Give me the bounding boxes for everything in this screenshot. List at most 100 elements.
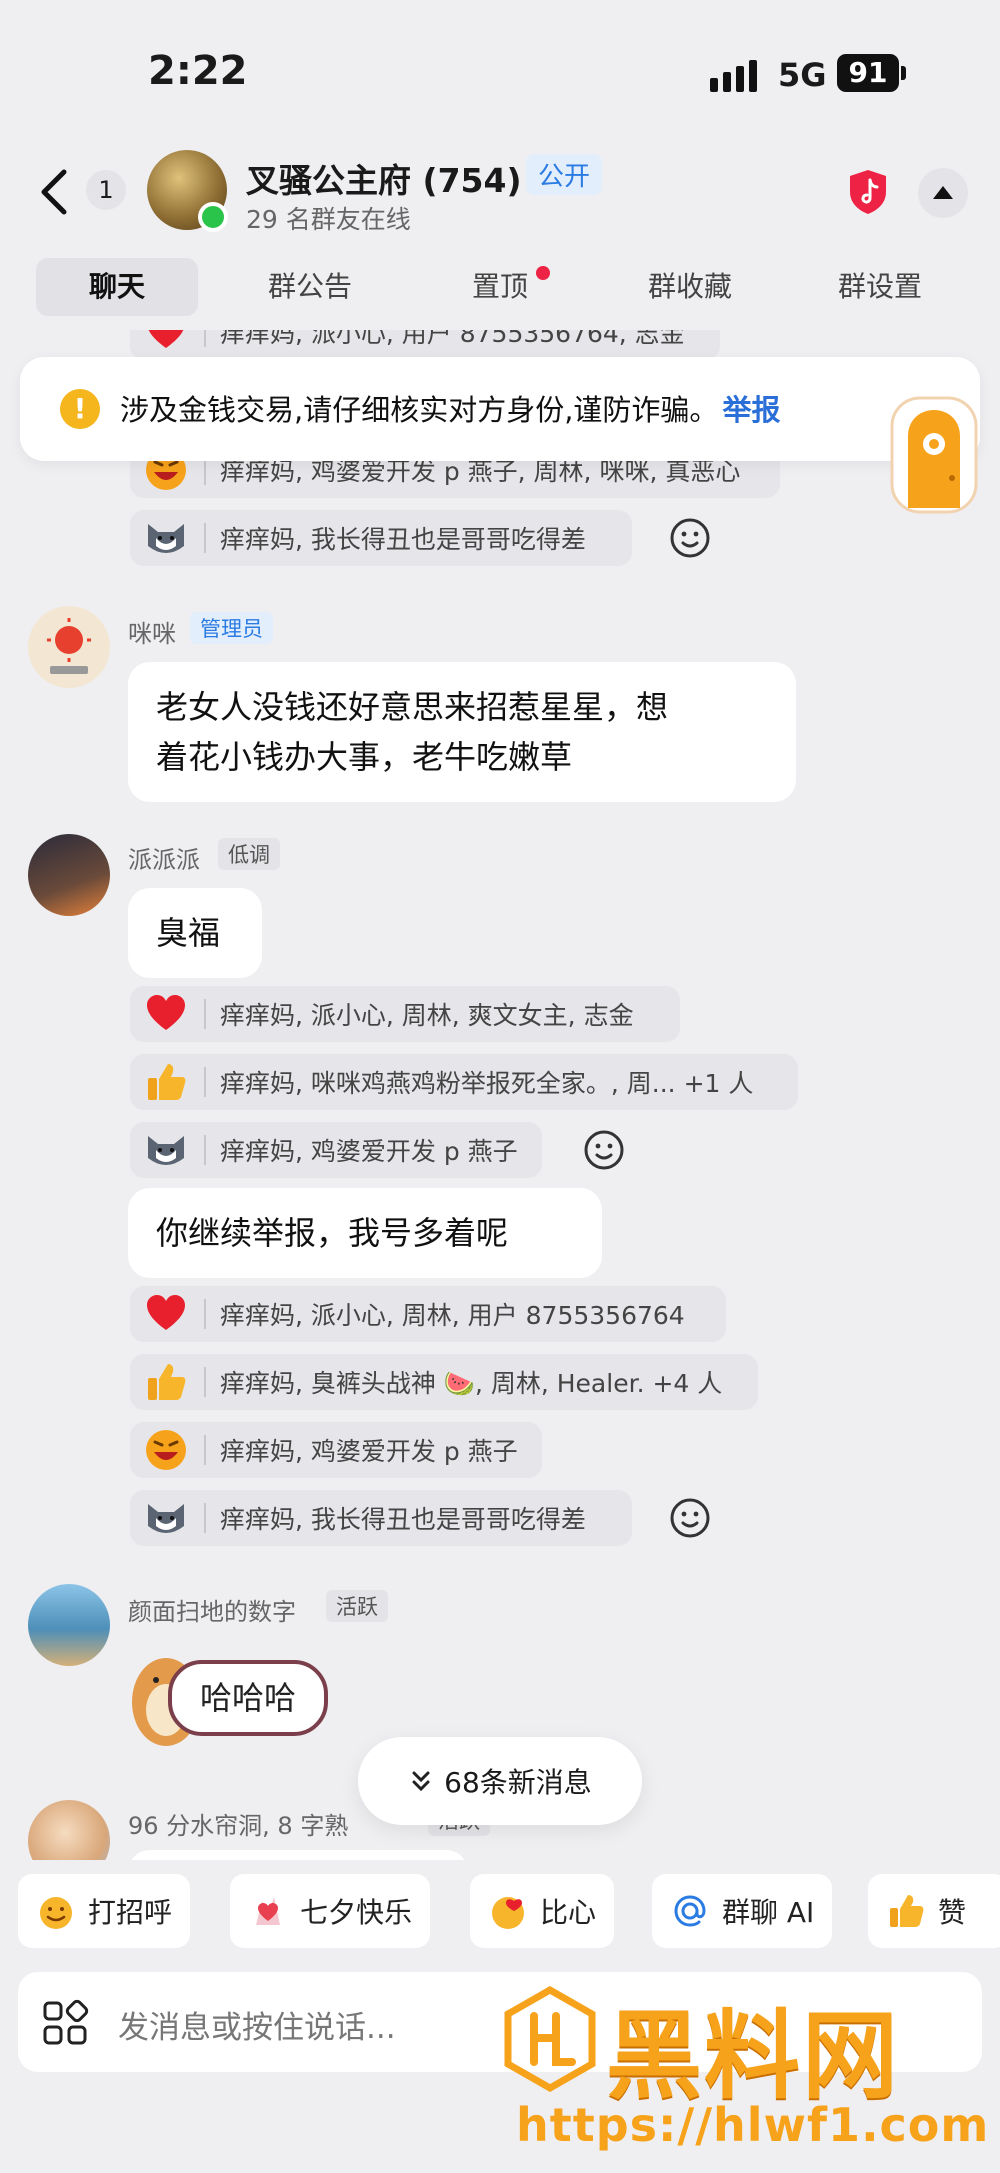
watermark-url: https://hlwf1.com (516, 2098, 990, 2152)
new-messages-text: 68条新消息 (444, 1766, 592, 1799)
sender-name[interactable]: 96 分水帘洞, 8 字熟 (128, 1806, 348, 1841)
heart-icon (144, 330, 188, 354)
warning-text: 涉及金钱交易,请仔细核实对方身份,谨防诈骗。 (120, 393, 719, 427)
avatar[interactable] (28, 834, 110, 916)
watermark-title: 黑料网 (606, 2000, 900, 2112)
message-text: 你继续举报，我号多着呢 (156, 1214, 509, 1252)
new-messages-button[interactable]: 68条新消息 (358, 1737, 642, 1825)
add-reaction-icon[interactable] (662, 1490, 718, 1546)
chip-label: 赞 (938, 1896, 967, 1929)
reaction-row[interactable]: 痒痒妈, 派小心, 周林, 爽文女主, 志金 (130, 986, 680, 1042)
reaction-row[interactable]: 痒痒妈, 我长得丑也是哥哥吃得差 (130, 510, 632, 566)
reaction-row[interactable]: 痒痒妈, 鸡婆爱开发 p 燕子 (130, 1122, 542, 1178)
chip-label: 群聊 AI (722, 1896, 815, 1929)
reaction-row[interactable]: 痒痒妈, 我长得丑也是哥哥吃得差 (130, 1490, 632, 1546)
quick-reply-heart-hands[interactable]: 比心 (470, 1874, 615, 1948)
message-text: 臭福 (156, 914, 221, 952)
door-sticker-icon[interactable] (890, 396, 978, 514)
chat-tabs: 聊天 群公告 置顶 群收藏 群设置 (0, 258, 1000, 318)
husky-dog-emoji-icon (144, 516, 188, 560)
signal-icon (710, 60, 757, 92)
message-text-line: 着花小钱办大事，老牛吃嫩草 (156, 738, 573, 776)
quick-reply-bar: 打招呼 七夕快乐 比心 群聊 AI 赞 (0, 1874, 1000, 1950)
heart-hands-emoji-icon (488, 1891, 528, 1931)
warning-message: 涉及金钱交易,请仔细核实对方身份,谨防诈骗。 举报 (120, 387, 780, 429)
reaction-row[interactable]: 痒痒妈, 派小心, 用户 8755356764, 志金 (130, 330, 720, 360)
at-icon (670, 1891, 710, 1931)
network-type: 5G (778, 56, 827, 94)
reaction-users: 痒痒妈, 派小心, 周林, 爽文女主, 志金 (220, 1001, 634, 1030)
husky-dog-emoji-icon (144, 1128, 188, 1172)
group-name[interactable]: 叉骚公主府 (754) (246, 154, 522, 202)
role-tag-admin: 管理员 (190, 612, 273, 644)
tab-announcement[interactable]: 群公告 (240, 258, 380, 316)
caret-up-icon (933, 186, 953, 199)
role-tag-active: 活跃 (326, 1590, 388, 1622)
add-reaction-icon[interactable] (576, 1122, 632, 1178)
reaction-row[interactable]: 痒痒妈, 鸡婆爱开发 p 燕子 (130, 1422, 542, 1478)
tab-group-settings[interactable]: 群设置 (810, 258, 950, 316)
apps-grid-icon[interactable] (40, 1998, 90, 2048)
reaction-users: 痒痒妈, 我长得丑也是哥哥吃得差 (220, 1505, 586, 1534)
fraud-warning-banner: ! 涉及金钱交易,请仔细核实对方身份,谨防诈骗。 举报 (20, 357, 980, 461)
reaction-users: 痒痒妈, 我长得丑也是哥哥吃得差 (220, 525, 586, 554)
avatar[interactable] (28, 606, 110, 688)
quick-reply-group-ai[interactable]: 群聊 AI (652, 1874, 833, 1948)
laughing-emoji-icon (144, 1428, 188, 1472)
thumbs-up-emoji-icon (886, 1891, 926, 1931)
quick-reply-qixi[interactable]: 七夕快乐 (230, 1874, 431, 1948)
quick-reply-wave[interactable]: 打招呼 (18, 1874, 191, 1948)
watermark-logo (504, 1986, 596, 2092)
qixi-emoji-icon (248, 1891, 288, 1931)
add-reaction-icon[interactable] (662, 510, 718, 566)
reaction-users: 痒痒妈, 鸡婆爱开发 p 燕子 (220, 1137, 518, 1166)
tab-chat[interactable]: 聊天 (36, 258, 198, 316)
quick-reply-like[interactable]: 赞 (868, 1874, 1000, 1948)
double-chevron-down-icon (412, 1771, 430, 1792)
warning-icon: ! (60, 389, 100, 429)
reaction-users: 痒痒妈, 派小心, 周林, 用户 8755356764 (220, 1301, 685, 1330)
avatar[interactable] (28, 1584, 110, 1666)
back-arrow-icon[interactable] (34, 164, 78, 220)
sticker-message[interactable]: 哈哈哈 (126, 1636, 336, 1756)
message-bubble[interactable]: 老女人没钱还好意思来招惹星星，想 着花小钱办大事，老牛吃嫩草 (128, 662, 796, 802)
heart-icon (144, 1292, 188, 1336)
public-badge: 公开 (526, 154, 603, 195)
message-input[interactable]: 发消息或按住说话... (118, 2002, 396, 2047)
husky-dog-emoji-icon (144, 1496, 188, 1540)
reaction-users: 痒痒妈, 鸡婆爱开发 p 燕子 (220, 1437, 518, 1466)
douyin-shield-icon[interactable] (846, 168, 890, 216)
battery-icon: 91 (837, 54, 899, 92)
sender-name[interactable]: 咪咪 (128, 614, 176, 649)
reaction-row[interactable]: 痒痒妈, 臭裤头战神 🍉, 周林, Healer. +4 人 (130, 1354, 758, 1410)
reaction-row[interactable]: 痒痒妈, 派小心, 周林, 用户 8755356764 (130, 1286, 726, 1342)
chip-label: 打招呼 (88, 1896, 173, 1929)
message-bubble[interactable]: 你继续举报，我号多着呢 (128, 1188, 602, 1278)
collapse-button[interactable] (918, 168, 968, 218)
message-list[interactable]: 痒痒妈, 派小心, 用户 8755356764, 志金 痒痒妈, 鸡婆爱开发 p… (0, 330, 1000, 1860)
report-link[interactable]: 举报 (722, 393, 780, 427)
tab-favorites[interactable]: 群收藏 (620, 258, 760, 316)
chat-header: 1 叉骚公主府 (754) 公开 29 名群友在线 (0, 140, 1000, 250)
thumbs-up-icon (144, 1060, 188, 1104)
reaction-users: 痒痒妈, 派小心, 用户 8755356764, 志金 (220, 330, 685, 348)
pinned-new-dot (536, 266, 550, 280)
chip-label: 七夕快乐 (300, 1896, 413, 1929)
sender-name[interactable]: 派派派 (128, 840, 200, 875)
unread-count-badge[interactable]: 1 (86, 170, 126, 210)
online-count[interactable]: 29 名群友在线 (246, 200, 411, 236)
status-time: 2:22 (148, 48, 248, 94)
status-bar: 2:22 5G 91 (0, 0, 1000, 130)
role-tag-lowkey: 低调 (218, 838, 280, 870)
avatar[interactable] (28, 1800, 110, 1860)
sticker-text: 哈哈哈 (168, 1660, 328, 1736)
reaction-users: 痒痒妈, 咪咪鸡燕鸡粉举报死全家。, 周... +1 人 (220, 1069, 754, 1098)
sender-name[interactable]: 颜面扫地的数字 (128, 1592, 296, 1627)
online-status-dot (198, 202, 228, 232)
message-bubble[interactable] (128, 1850, 468, 1860)
reaction-row[interactable]: 痒痒妈, 咪咪鸡燕鸡粉举报死全家。, 周... +1 人 (130, 1054, 798, 1110)
message-bubble[interactable]: 臭福 (128, 888, 262, 978)
thumbs-up-icon (144, 1360, 188, 1404)
chip-label: 比心 (540, 1896, 597, 1929)
sun-avatar-icon (47, 618, 91, 674)
